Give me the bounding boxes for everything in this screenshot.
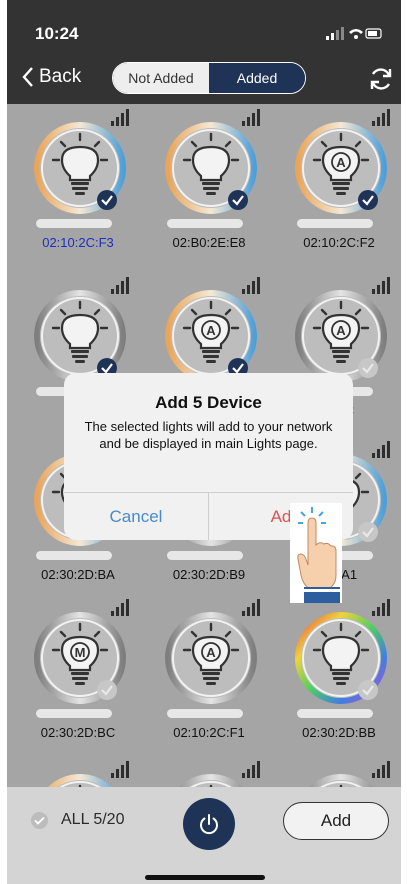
select-all-toggle[interactable]: ALL 5/20 (31, 811, 124, 829)
brightness-bar (36, 551, 112, 560)
home-indicator (145, 875, 265, 880)
chevron-left-icon (22, 67, 33, 87)
unchecked-icon (97, 680, 117, 700)
device-mac: 02:30:2D:BA (41, 567, 115, 582)
brightness-bar (297, 219, 373, 228)
brightness-bar (167, 551, 243, 560)
status-icons (326, 27, 382, 40)
svg-text:A: A (336, 155, 346, 170)
device-tile[interactable]: A 02:10:2C:F1 (149, 594, 269, 754)
brightness-bar (36, 709, 112, 718)
device-tile[interactable]: 02:30:2D:BB (279, 594, 399, 754)
nav-bar: Back Not Added Added (7, 56, 401, 102)
tab-not-added[interactable]: Not Added (113, 63, 209, 93)
header-bar: 10:24 Back Not Added Added (7, 0, 401, 104)
bulb-icon: A (165, 612, 257, 704)
select-all-label: ALL 5/20 (61, 811, 125, 828)
brightness-bar (167, 709, 243, 718)
device-mac: 02:10:2C:F1 (173, 725, 245, 740)
checkmark-icon (34, 816, 45, 825)
wifi-dot (354, 35, 358, 39)
checkmark-icon (228, 190, 248, 210)
add-button[interactable]: Add (283, 802, 389, 840)
checkmark-icon (97, 190, 117, 210)
back-label: Back (39, 66, 82, 87)
checkmark-icon (358, 190, 378, 210)
segmented-control: Not Added Added (112, 62, 306, 94)
brightness-bar (167, 219, 243, 228)
tab-added[interactable]: Added (209, 63, 305, 93)
device-mac: 02:30:2D:BC (40, 725, 116, 740)
unchecked-icon (358, 522, 378, 542)
signal-bar-1 (326, 36, 329, 40)
svg-text:M: M (75, 645, 86, 660)
device-tile[interactable]: 02:B0:2E:E8 (149, 104, 269, 264)
wifi-icon (349, 29, 363, 34)
device-mac: 02:B0:2E:E8 (172, 235, 246, 250)
dialog-cancel-button[interactable]: Cancel (64, 493, 208, 540)
device-tile[interactable]: A 02:10:2C:F2 (279, 104, 399, 264)
brightness-bar (297, 709, 373, 718)
bottom-bar: ALL 5/20 Add (7, 787, 401, 884)
battery-level (368, 31, 377, 36)
select-all-checkbox[interactable] (31, 811, 48, 829)
signal-bar-2 (331, 33, 334, 40)
svg-text:A: A (206, 645, 216, 660)
status-bar: 10:24 (7, 0, 401, 44)
device-tile[interactable]: 02:10:2C:F3 (18, 104, 138, 264)
unchecked-icon (358, 680, 378, 700)
dialog-message: The selected lights will add to your net… (84, 419, 333, 451)
device-mac: 02:30:2D:BB (302, 725, 376, 740)
phone-screen: 02:10:2C:F3 02:B0:2E:E8 A 02:10:2C:F2 A … (7, 0, 401, 884)
power-button[interactable] (183, 798, 235, 850)
tap-hand-icon (290, 503, 342, 603)
svg-text:A: A (336, 323, 346, 338)
back-button[interactable]: Back (21, 66, 81, 88)
power-icon (200, 814, 218, 835)
svg-text:A: A (206, 323, 216, 338)
dialog-title: Add 5 Device (155, 393, 262, 412)
device-tile[interactable]: M 02:30:2D:BC (18, 594, 138, 754)
status-time: 10:24 (35, 24, 79, 43)
device-mac: 02:10:2C:F3 (42, 235, 114, 250)
device-mac: 02:30:2D:B9 (172, 567, 246, 582)
unchecked-icon (358, 358, 378, 378)
refresh-icon[interactable] (368, 66, 394, 92)
device-mac: 02:10:2C:F2 (303, 235, 375, 250)
brightness-bar (36, 219, 112, 228)
signal-bar-4 (341, 27, 344, 40)
signal-bar-3 (336, 30, 339, 40)
